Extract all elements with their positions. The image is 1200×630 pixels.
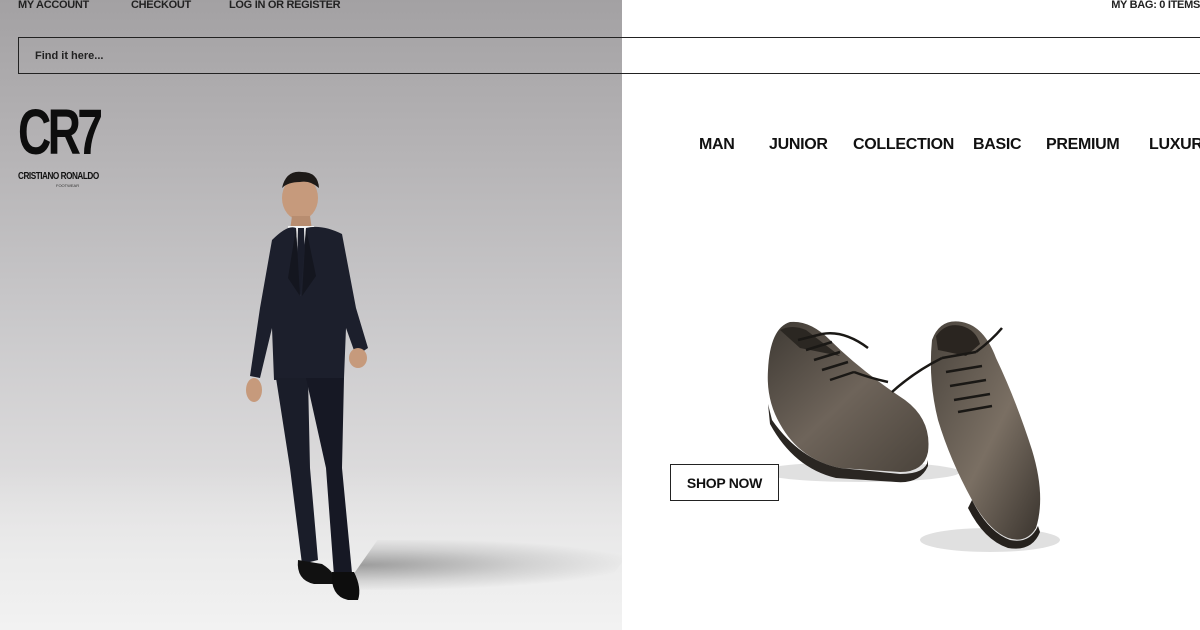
logo-subtitle: CRISTIANO RONALDO	[18, 170, 99, 182]
model-figure	[246, 171, 368, 600]
my-bag-link[interactable]: MY BAG: 0 ITEMS	[1111, 0, 1200, 11]
search-box	[18, 37, 1200, 74]
shop-now-button[interactable]: SHOP NOW	[670, 464, 779, 501]
nav-item-collection[interactable]: COLLECTION	[853, 136, 954, 154]
utility-bar: MY ACCOUNT CHECKOUT LOG IN OR REGISTER M…	[0, 0, 1200, 14]
nav-item-basic[interactable]: BASIC	[973, 136, 1022, 154]
hero-photo	[0, 0, 622, 630]
search-input[interactable]	[19, 38, 1200, 73]
nav-item-junior[interactable]: JUNIOR	[769, 136, 828, 154]
my-account-link[interactable]: MY ACCOUNT	[18, 0, 89, 11]
checkout-link[interactable]: CHECKOUT	[131, 0, 191, 11]
logo-tagline: FOOTWEAR	[56, 183, 80, 188]
shoes-product-image	[760, 321, 1060, 552]
nav-item-man[interactable]: MAN	[699, 136, 735, 154]
nav-item-premium[interactable]: PREMIUM	[1046, 136, 1120, 154]
main-nav: MAN JUNIOR COLLECTION BASIC PREMIUM LUXU…	[0, 136, 1200, 156]
nav-item-luxury[interactable]: LUXURY	[1149, 136, 1200, 154]
login-register-link[interactable]: LOG IN OR REGISTER	[229, 0, 341, 11]
